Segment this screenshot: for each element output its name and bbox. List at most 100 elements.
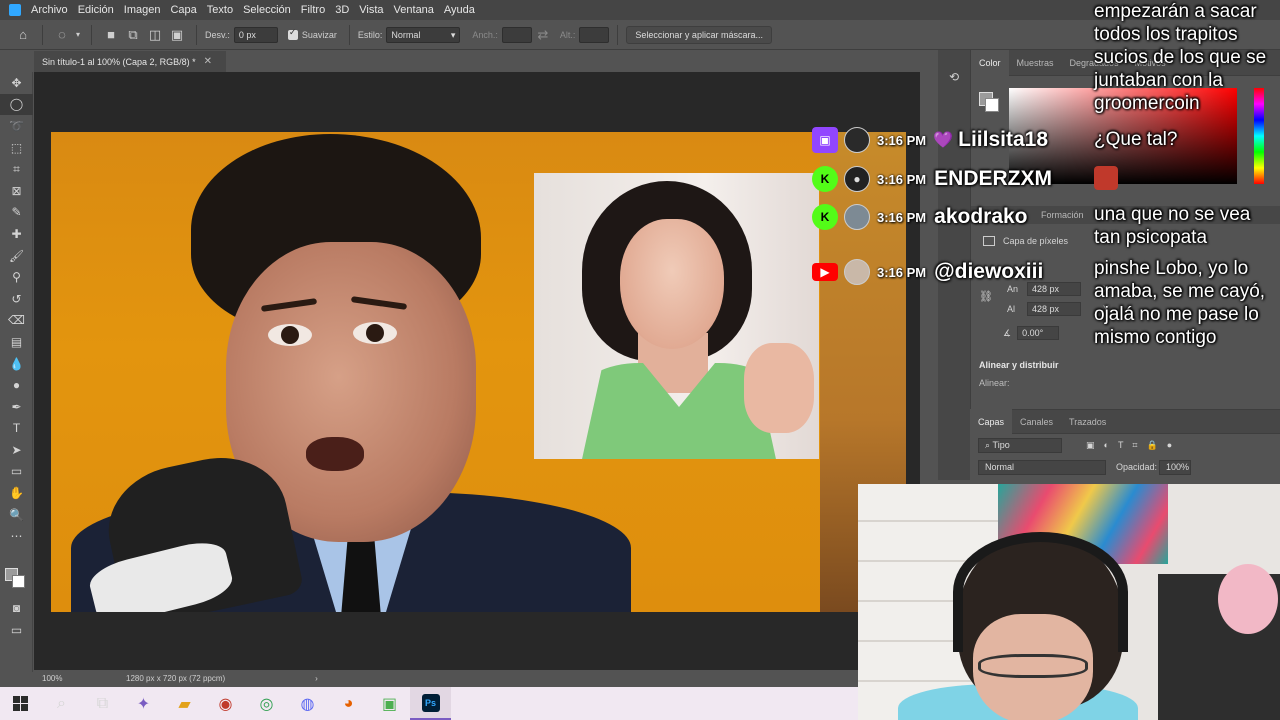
divider <box>91 24 92 45</box>
crop-tool-icon[interactable]: ⌗ <box>0 158 33 180</box>
photoshop-icon[interactable]: Ps <box>410 687 451 720</box>
tab-swatches[interactable]: Muestras <box>1009 58 1062 68</box>
new-selection-icon[interactable]: ■ <box>100 24 122 46</box>
chat-username: ENDERZXM <box>934 167 1052 190</box>
menu-vista[interactable]: Vista <box>354 4 388 16</box>
healing-brush-tool-icon[interactable]: ✚ <box>0 223 33 245</box>
width-input[interactable] <box>501 26 532 43</box>
swap-icon[interactable]: ⇄ <box>532 24 554 46</box>
menu-3d[interactable]: 3D <box>330 4 354 16</box>
clone-stamp-tool-icon[interactable]: ⚲ <box>0 266 33 288</box>
zoom-tool-icon[interactable]: 🔍 <box>0 504 33 526</box>
tab-training[interactable]: Formación <box>1033 210 1092 220</box>
layer-filter-icons[interactable]: ▣◐T⌗🔒● <box>1086 440 1181 451</box>
heart-badge-icon: 💜 <box>933 132 954 149</box>
divider <box>617 24 619 45</box>
windows-start-icon[interactable] <box>0 687 41 720</box>
obs-icon[interactable]: ◉ <box>205 687 246 720</box>
hand-tool-icon[interactable]: ✋ <box>0 482 33 504</box>
menu-edicion[interactable]: Edición <box>73 4 119 16</box>
app-icon[interactable]: ▣ <box>369 687 410 720</box>
frame-tool-icon[interactable]: ⊠ <box>0 180 33 202</box>
menu-imagen[interactable]: Imagen <box>119 4 166 16</box>
dodge-tool-icon[interactable]: ● <box>0 374 33 396</box>
align-distribute-title[interactable]: Alinear y distribuir <box>979 360 1059 370</box>
angle-field[interactable]: 0.00° <box>1017 326 1060 340</box>
align-label: Alinear: <box>979 378 1010 388</box>
eyedropper-tool-icon[interactable]: ✎ <box>0 202 33 224</box>
pixel-layer-row: Capa de píxeles <box>983 236 1068 246</box>
divider <box>196 24 197 45</box>
rectangle-tool-icon[interactable]: ▭ <box>0 461 33 483</box>
marquee-tool-icon[interactable]: ◯ <box>0 93 33 116</box>
select-mask-button[interactable]: Seleccionar y aplicar máscara... <box>626 25 772 44</box>
tab-channels[interactable]: Canales <box>1012 417 1061 427</box>
height-field[interactable]: 428 px <box>1027 302 1081 316</box>
copilot-icon[interactable]: ✦ <box>123 687 164 720</box>
path-select-tool-icon[interactable]: ➤ <box>0 439 33 461</box>
file-explorer-icon[interactable]: ▰ <box>164 687 205 720</box>
menu-ayuda[interactable]: Ayuda <box>439 4 480 16</box>
antialias-checkbox[interactable] <box>287 27 298 40</box>
menu-ventana[interactable]: Ventana <box>389 4 439 16</box>
height-row: Al 428 px Y <box>983 302 1109 316</box>
zoom-level[interactable]: 100% <box>42 674 116 683</box>
intersect-selection-icon[interactable]: ▣ <box>166 24 188 46</box>
eraser-tool-icon[interactable]: ⌫ <box>0 310 33 332</box>
add-selection-icon[interactable]: ⧉ <box>122 24 144 46</box>
height-input[interactable] <box>579 26 610 43</box>
photoshop-logo-icon[interactable] <box>4 2 26 18</box>
chevron-down-icon[interactable]: ▾ <box>73 24 83 46</box>
object-select-tool-icon[interactable]: ⬚ <box>0 137 33 159</box>
search-icon[interactable]: ⌕ <box>41 687 82 720</box>
tab-paths[interactable]: Trazados <box>1061 417 1114 427</box>
menu-seleccion[interactable]: Selección <box>238 4 296 16</box>
headphones <box>953 532 1128 652</box>
woman-photo-layer[interactable] <box>534 173 819 459</box>
style-select[interactable]: Normal ▾ <box>386 26 461 43</box>
elliptical-marquee-icon[interactable]: ◌ <box>51 24 73 46</box>
discord-icon[interactable]: ◍ <box>287 687 328 720</box>
youtube-icon: ▶ <box>812 263 838 281</box>
move-tool-icon[interactable]: ✥ <box>0 72 33 94</box>
divider <box>42 24 43 45</box>
avatar <box>844 204 870 230</box>
history-panel-icon[interactable]: ⟲ <box>938 64 970 90</box>
home-icon[interactable]: ⌂ <box>12 24 34 46</box>
type-tool-icon[interactable]: T <box>0 418 33 440</box>
opacity-label: Opacidad: <box>1116 462 1158 472</box>
opacity-field[interactable]: 100% <box>1159 459 1192 475</box>
tab-layers[interactable]: Capas <box>970 408 1013 435</box>
feather-input[interactable]: 0 px <box>233 26 278 43</box>
gradient-tool-icon[interactable]: ▤ <box>0 331 33 353</box>
menu-archivo[interactable]: Archivo <box>26 4 73 16</box>
quick-mask-icon[interactable]: ◙ <box>0 597 33 619</box>
chrome-icon[interactable]: ◎ <box>246 687 287 720</box>
task-view-icon[interactable]: ⧉ <box>82 687 123 720</box>
blend-mode-select[interactable]: Normal <box>978 459 1106 475</box>
layer-filter-select[interactable]: ⌕ Tipo <box>978 437 1062 453</box>
options-bar: ⌂ ◌ ▾ ■ ⧉ ◫ ▣ Desv.: 0 px Suavizar Estil… <box>0 20 1280 50</box>
close-icon[interactable]: ✕ <box>204 56 212 67</box>
background-color-swatch[interactable] <box>12 575 25 588</box>
link-icon[interactable]: ⛓ <box>979 290 993 303</box>
layers-panel: Capas Canales Trazados ⌕ Tipo ▣◐T⌗🔒● Nor… <box>970 408 1280 489</box>
brush-tool-icon[interactable]: 🖌 <box>0 245 33 267</box>
history-brush-tool-icon[interactable]: ↺ <box>0 288 33 310</box>
background-color-swatch[interactable] <box>985 98 999 112</box>
tab-color[interactable]: Color <box>971 49 1009 76</box>
menu-filtro[interactable]: Filtro <box>296 4 330 16</box>
subtract-selection-icon[interactable]: ◫ <box>144 24 166 46</box>
lasso-tool-icon[interactable]: ➰ <box>0 115 33 137</box>
chat-username: Liilsita18 <box>958 128 1049 151</box>
document-tab[interactable]: Sin título-1 al 100% (Capa 2, RGB/8) * ✕ <box>34 51 226 72</box>
blur-tool-icon[interactable]: 💧 <box>0 353 33 375</box>
pen-tool-icon[interactable]: ✒ <box>0 396 33 418</box>
menu-capa[interactable]: Capa <box>165 4 201 16</box>
divider <box>348 24 350 45</box>
firefox-icon[interactable]: ◕ <box>328 687 369 720</box>
more-tools-icon[interactable]: ⋯ <box>0 525 33 547</box>
chevron-right-icon[interactable]: › <box>315 674 318 683</box>
screen-mode-icon[interactable]: ▭ <box>0 619 33 641</box>
menu-texto[interactable]: Texto <box>202 4 238 16</box>
